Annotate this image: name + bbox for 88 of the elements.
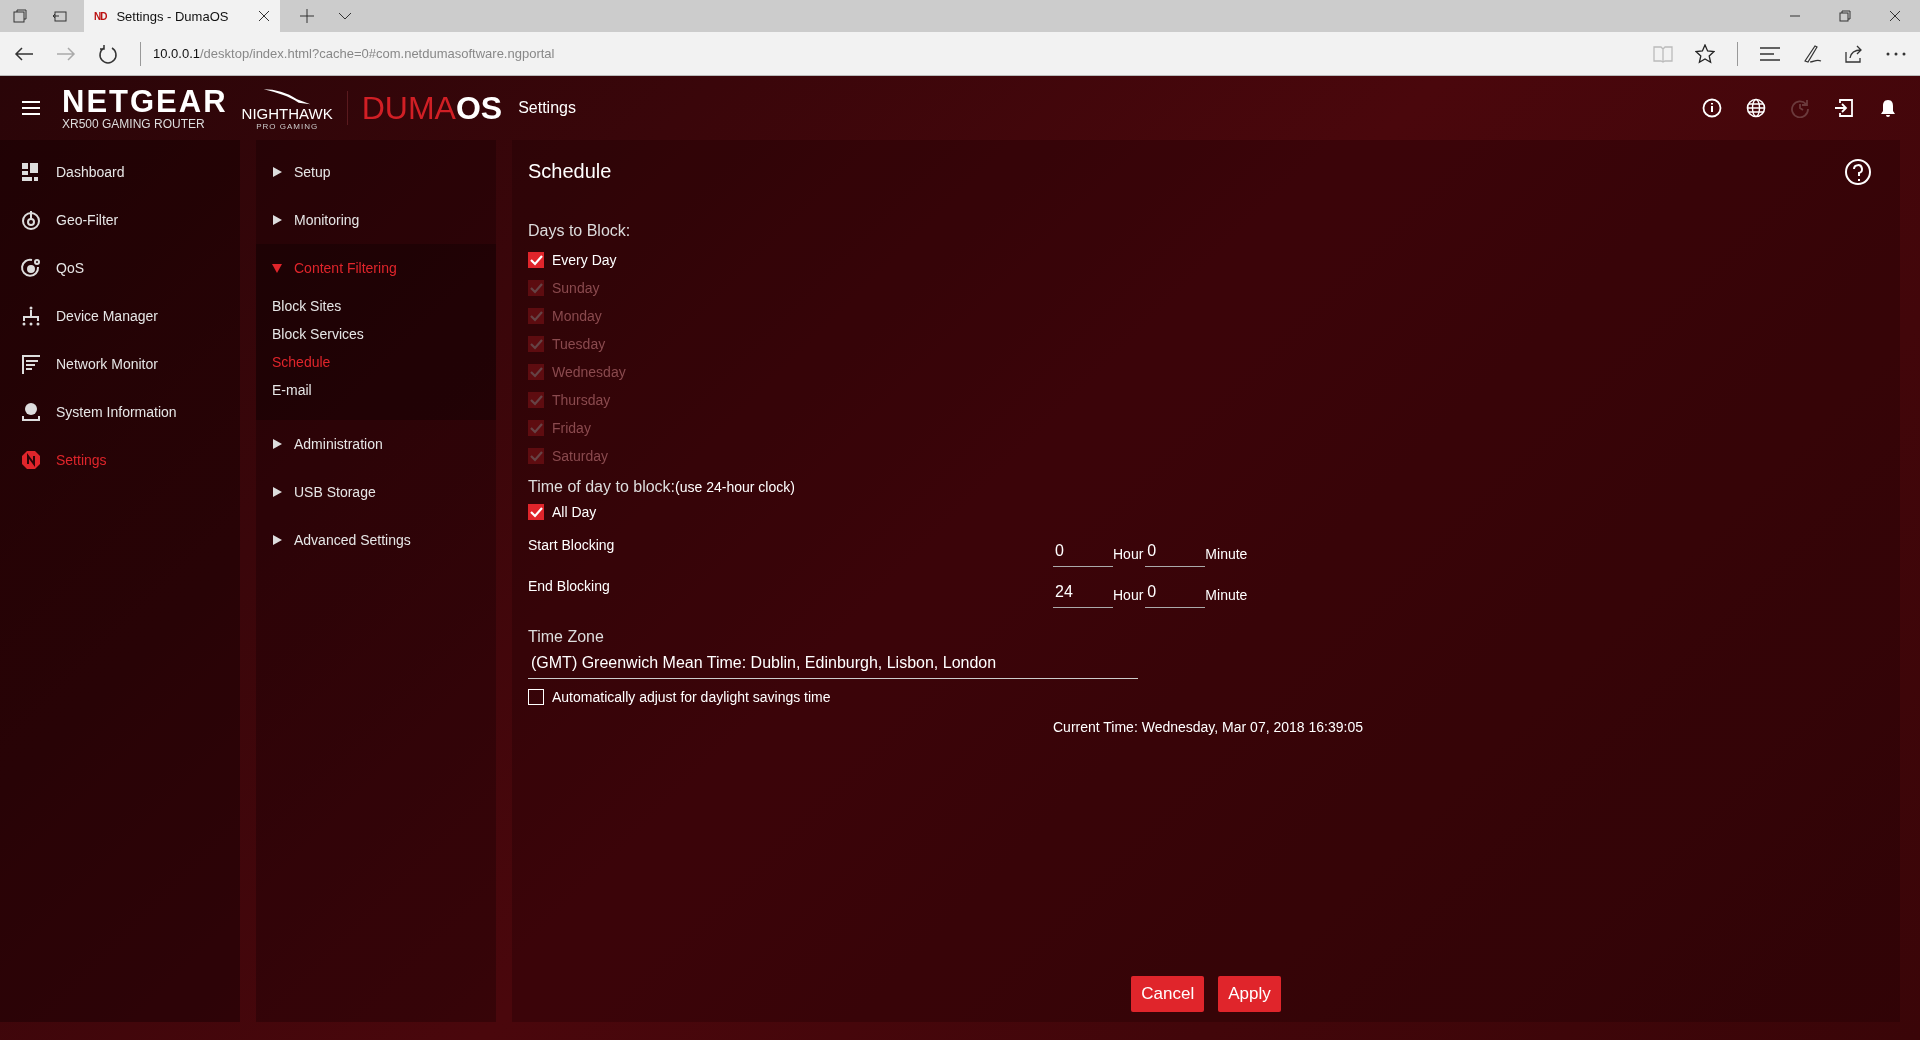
back-arrow-icon[interactable] <box>14 45 34 62</box>
section-title: Schedule <box>528 160 612 183</box>
pen-icon[interactable] <box>1802 43 1822 64</box>
cancel-button[interactable]: Cancel <box>1131 976 1205 1012</box>
minute-field[interactable]: 0 <box>1145 542 1206 567</box>
unit-label: Minute <box>1205 546 1248 564</box>
tab-title: Settings - DumaOS <box>116 8 230 24</box>
submenu-item[interactable]: Content Filtering <box>256 244 496 292</box>
sidebar-item[interactable]: Geo-Filter <box>0 196 240 244</box>
checkbox-label: Thursday <box>552 392 611 408</box>
checkbox-label: Saturday <box>552 448 609 464</box>
triangle-icon <box>272 439 282 449</box>
field-label: Time Zone <box>528 628 604 646</box>
checkbox-label: Tuesday <box>552 336 606 352</box>
triangle-icon <box>272 263 282 273</box>
field-label: Time of day to block: <box>528 478 676 496</box>
close-icon[interactable] <box>258 10 270 22</box>
checkbox-label: All Day <box>552 504 597 520</box>
submenu-link[interactable]: Schedule <box>256 348 496 376</box>
sidebar-item[interactable]: Dashboard <box>0 148 240 196</box>
current-time: Current Time: Wednesday, Mar 07, 2018 16:39:05 <box>1053 719 1363 735</box>
field-label: End Blocking <box>528 578 611 596</box>
logo-subtitle: PRO GAMING <box>256 122 319 131</box>
tabs-aside-icon[interactable] <box>12 8 28 24</box>
checkbox-label: Sunday <box>552 280 600 296</box>
page-title: Settings <box>518 99 576 117</box>
brand-logo: NETGEAR <box>62 86 228 117</box>
logout-icon[interactable] <box>1834 98 1854 118</box>
lines-icon[interactable] <box>1760 46 1780 61</box>
submenu-item[interactable]: Administration <box>256 420 496 468</box>
unit-label: Hour <box>1113 546 1144 564</box>
submenu-item[interactable]: Monitoring <box>256 196 496 244</box>
submenu-item[interactable]: Setup <box>256 148 496 196</box>
submenu-link[interactable]: Block Services <box>256 320 496 348</box>
favicon: ND <box>94 10 107 22</box>
checkbox-label: Every Day <box>552 252 617 268</box>
apply-button[interactable]: Apply <box>1218 976 1281 1012</box>
sidebar-item[interactable]: Device Manager <box>0 292 240 340</box>
more-icon[interactable] <box>1886 51 1906 56</box>
sidebar-item[interactable]: QoS <box>0 244 240 292</box>
unit-label: Minute <box>1205 587 1248 605</box>
triangle-icon <box>272 167 282 177</box>
model-name: XR500 GAMING ROUTER <box>62 118 206 130</box>
submenu-link[interactable]: E-mail <box>256 376 496 404</box>
menu-icon[interactable] <box>22 101 40 115</box>
checkbox-label: Monday <box>552 308 602 324</box>
browser-tab[interactable]: ND Settings - DumaOS <box>84 0 280 32</box>
triangle-icon <box>272 487 282 497</box>
checkbox[interactable] <box>528 252 544 268</box>
field-note: (use 24-hour clock) <box>675 479 795 495</box>
bell-icon[interactable] <box>1878 98 1898 118</box>
submenu-item[interactable]: USB Storage <box>256 468 496 516</box>
submenu-item[interactable]: Advanced Settings <box>256 516 496 564</box>
timezone-dropdown[interactable]: (GMT) Greenwich Mean Time: Dublin, Edinburgh, Lisbon, London <box>528 646 1138 679</box>
triangle-icon <box>272 535 282 545</box>
unit-label: Hour <box>1113 587 1144 605</box>
target-icon <box>20 209 42 231</box>
sidebar-item[interactable]: Network Monitor <box>0 340 240 388</box>
checkbox-label: Wednesday <box>552 364 626 380</box>
tab-back-icon[interactable] <box>52 8 68 24</box>
checkbox-label: Automatically adjust for daylight savings time <box>552 689 831 705</box>
field-label: Start Blocking <box>528 537 616 555</box>
refresh-icon[interactable] <box>98 43 118 64</box>
help-icon[interactable] <box>1844 158 1872 186</box>
star-icon[interactable] <box>1695 43 1715 64</box>
minute-field[interactable]: 0 <box>1145 583 1206 608</box>
field-label: Days to Block: <box>528 222 631 240</box>
share-icon[interactable] <box>1844 43 1864 64</box>
dumaos-logo: DUMAOS <box>361 92 503 124</box>
globe-icon[interactable] <box>1746 98 1766 118</box>
network-icon <box>20 305 42 327</box>
chevron-down-icon[interactable] <box>338 12 352 20</box>
badge-icon <box>20 449 42 471</box>
address-field[interactable]: 10.0.0.1/desktop/index.html?cache=0#com.netdumasoftware.ngportal <box>153 46 555 61</box>
gauge-icon <box>20 257 42 279</box>
restore-icon[interactable] <box>1839 10 1851 22</box>
checkbox-label: Friday <box>552 420 591 436</box>
close-icon[interactable] <box>1889 10 1901 22</box>
sidebar-item[interactable]: Settings <box>0 436 240 484</box>
chart-lines-icon <box>20 353 42 375</box>
checkbox[interactable] <box>528 504 544 520</box>
sidebar-item[interactable]: System Information <box>0 388 240 436</box>
triangle-icon <box>272 215 282 225</box>
nighthawk-logo: NIGHTHAWK <box>241 105 333 121</box>
new-tab-icon[interactable] <box>300 9 314 23</box>
hour-field[interactable]: 24 <box>1053 583 1113 608</box>
hour-field[interactable]: 0 <box>1053 542 1113 567</box>
submenu-link[interactable]: Block Sites <box>256 292 496 320</box>
